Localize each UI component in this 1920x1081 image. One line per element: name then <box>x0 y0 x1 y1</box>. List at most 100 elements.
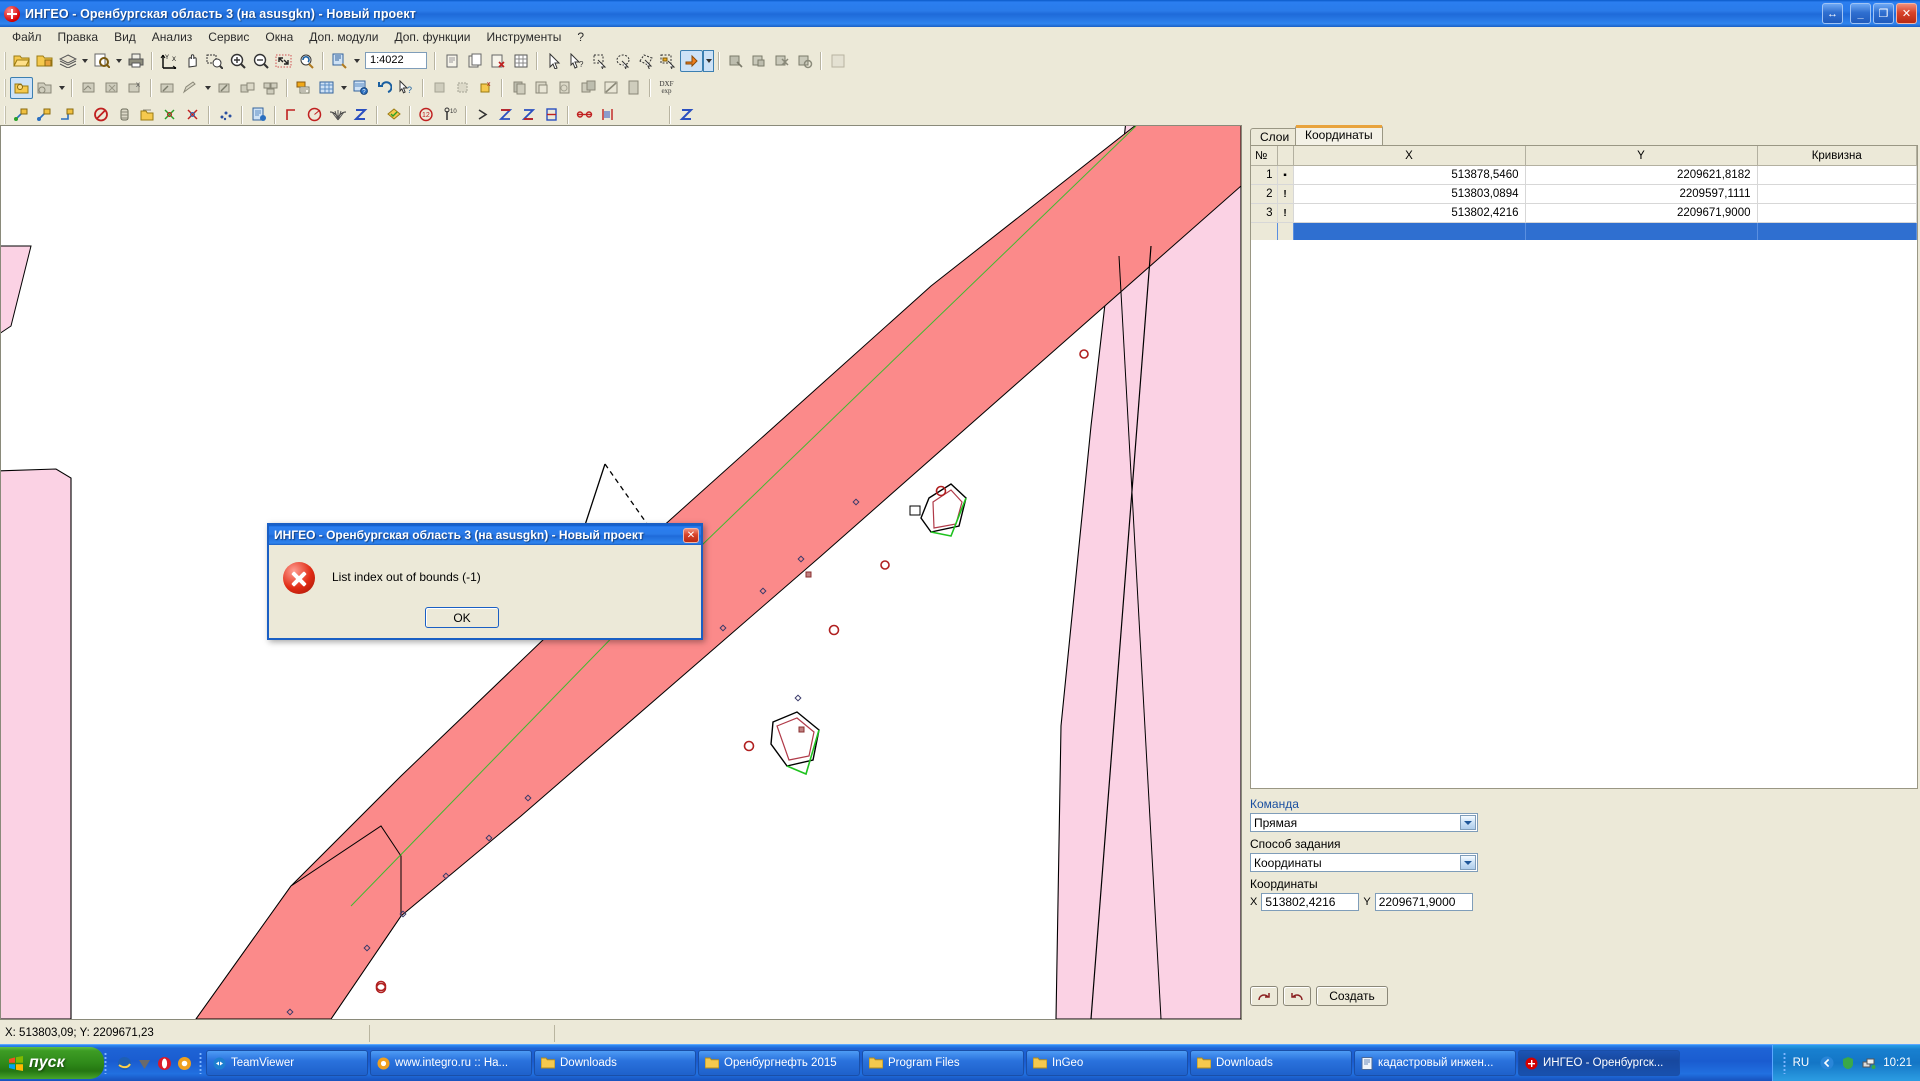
toolbar-grip[interactable] <box>4 51 7 70</box>
label-point-icon[interactable]: 10 <box>438 104 461 126</box>
split-object-icon[interactable] <box>213 77 236 99</box>
snap-perpendicular-icon[interactable] <box>56 104 79 126</box>
draw-angle-icon[interactable] <box>280 104 303 126</box>
ie-icon[interactable] <box>117 1056 132 1071</box>
layers-dropdown-arrow[interactable] <box>79 50 90 72</box>
zoom-window-icon[interactable] <box>203 50 226 72</box>
menu-item-tools[interactable]: Инструменты <box>479 28 570 46</box>
menu-item-service[interactable]: Сервис <box>200 28 257 46</box>
duplicate-clipboard-icon[interactable] <box>576 77 599 99</box>
select-lasso-icon[interactable] <box>611 50 634 72</box>
open-project-icon[interactable] <box>10 50 33 72</box>
dxf-export-icon[interactable]: DXF exp <box>655 77 678 99</box>
taskbar-grip[interactable] <box>199 1052 202 1074</box>
clip-region3-icon[interactable]: x <box>474 77 497 99</box>
column-header-curvature[interactable]: Кривизна <box>1757 146 1917 166</box>
row-x-value[interactable]: 513878,5460 <box>1293 165 1526 185</box>
x-coordinate-input[interactable]: 513802,4216 <box>1261 893 1360 911</box>
shield-icon[interactable] <box>1841 1056 1855 1070</box>
draw-circle-icon[interactable] <box>303 104 326 126</box>
menu-item-help[interactable]: ? <box>569 28 592 46</box>
table-row-selected[interactable] <box>1251 222 1917 240</box>
maximize-button[interactable]: ❐ <box>1873 3 1894 24</box>
taskbar-item-kadastr-document[interactable]: кадастровый инжен... <box>1354 1050 1516 1076</box>
pan-hand-icon[interactable] <box>180 50 203 72</box>
paste-clipboard-icon[interactable] <box>530 77 553 99</box>
zoom-extents-icon[interactable] <box>272 50 295 72</box>
command-select[interactable]: Прямая <box>1250 813 1478 832</box>
column-header-x[interactable]: X <box>1293 146 1526 166</box>
coordinates-table[interactable]: № X Y Кривизна 1 ▪ 513878,5460 2209621,8… <box>1251 146 1917 240</box>
zoom-previous-icon[interactable] <box>295 50 318 72</box>
undo-action-icon[interactable] <box>372 77 395 99</box>
zigzag-red-icon[interactable] <box>517 104 540 126</box>
column-header-number[interactable]: № <box>1251 146 1278 166</box>
taskbar-item-teamviewer[interactable]: TeamViewer <box>206 1050 368 1076</box>
object-filter1-icon[interactable] <box>724 50 747 72</box>
object-filter4-icon[interactable] <box>793 50 816 72</box>
menu-item-edit[interactable]: Правка <box>50 28 107 46</box>
table-row[interactable]: 1 ▪ 513878,5460 2209621,8182 <box>1251 165 1917 185</box>
print-dropdown-arrow[interactable] <box>113 50 124 72</box>
menu-item-windows[interactable]: Окна <box>257 28 301 46</box>
print-icon[interactable] <box>124 50 147 72</box>
menu-item-analysis[interactable]: Анализ <box>144 28 201 46</box>
row-curvature[interactable] <box>1757 165 1917 185</box>
empty-button-icon[interactable] <box>826 50 849 72</box>
draw-zigzag-icon[interactable] <box>349 104 372 126</box>
zoom-in-icon[interactable] <box>226 50 249 72</box>
row-y-value[interactable]: 2209671,9000 <box>1525 203 1758 223</box>
column-header-y[interactable]: Y <box>1525 146 1758 166</box>
group-objects-icon[interactable] <box>259 77 282 99</box>
menu-item-functions[interactable]: Доп. функции <box>387 28 479 46</box>
restore-down-button[interactable]: ↔ <box>1822 3 1843 24</box>
intersect-icon[interactable] <box>158 104 181 126</box>
zoom-out-icon[interactable] <box>249 50 272 72</box>
scale-input[interactable]: 1:4022 <box>365 52 427 69</box>
label-number-icon[interactable]: 12 <box>415 104 438 126</box>
dialog-close-button[interactable]: ✕ <box>683 527 699 543</box>
network-icon[interactable] <box>1862 1056 1876 1070</box>
taskbar-item-orenburgneft[interactable]: Оренбургнефть 2015 <box>698 1050 860 1076</box>
clip-region2-icon[interactable] <box>451 77 474 99</box>
table-view-icon[interactable] <box>509 50 532 72</box>
quicklaunch-grip[interactable] <box>104 1052 107 1074</box>
table-row[interactable]: 2 ! 513803,0894 2209597,1111 <box>1251 184 1917 204</box>
tray-grip[interactable] <box>1782 1052 1786 1074</box>
tab-coordinates[interactable]: Координаты <box>1295 125 1383 145</box>
scale-select-icon[interactable] <box>328 50 351 72</box>
attributes-icon[interactable] <box>292 77 315 99</box>
zigzag-tool-icon[interactable] <box>675 104 698 126</box>
tab-layers[interactable]: Слои <box>1250 128 1300 145</box>
intersect-all-icon[interactable] <box>181 104 204 126</box>
select-attribute-icon[interactable] <box>657 50 680 72</box>
dialog-ok-button[interactable]: OK <box>425 607 499 628</box>
snap-off-icon[interactable] <box>89 104 112 126</box>
point-cloud-icon[interactable] <box>214 104 237 126</box>
draw-fan-icon[interactable] <box>326 104 349 126</box>
undo-button[interactable] <box>1283 986 1311 1006</box>
tray-language[interactable]: RU <box>1793 1057 1810 1069</box>
toolbar-grip[interactable] <box>4 105 7 124</box>
duplicate-dropdown-arrow[interactable] <box>56 77 67 99</box>
merge-object-icon[interactable] <box>236 77 259 99</box>
minimize-button[interactable]: _ <box>1850 3 1871 24</box>
row-x-value[interactable]: 513803,0894 <box>1293 184 1526 204</box>
measure-parallel-icon[interactable] <box>596 104 619 126</box>
measure-cylinder-icon[interactable] <box>112 104 135 126</box>
copy-document-icon[interactable] <box>463 50 486 72</box>
pencil-dropdown-arrow[interactable] <box>202 77 213 99</box>
taskbar-item-downloads-1[interactable]: Downloads <box>534 1050 696 1076</box>
table-row[interactable]: 3 ! 513802,4216 2209671,9000 <box>1251 203 1917 223</box>
tray-clock[interactable]: 10:21 <box>1883 1057 1912 1069</box>
select-arrow-icon[interactable] <box>542 50 565 72</box>
object-filter3-icon[interactable] <box>770 50 793 72</box>
object-filter2-icon[interactable] <box>747 50 770 72</box>
winamp-icon[interactable] <box>137 1056 152 1071</box>
select-mode-dropdown-arrow[interactable] <box>703 49 714 72</box>
method-select[interactable]: Координаты <box>1250 853 1478 872</box>
table-dropdown-arrow[interactable] <box>338 77 349 99</box>
opera-icon[interactable] <box>157 1056 172 1071</box>
menu-item-modules[interactable]: Доп. модули <box>301 28 386 46</box>
duplicate-object-icon[interactable] <box>33 77 56 99</box>
